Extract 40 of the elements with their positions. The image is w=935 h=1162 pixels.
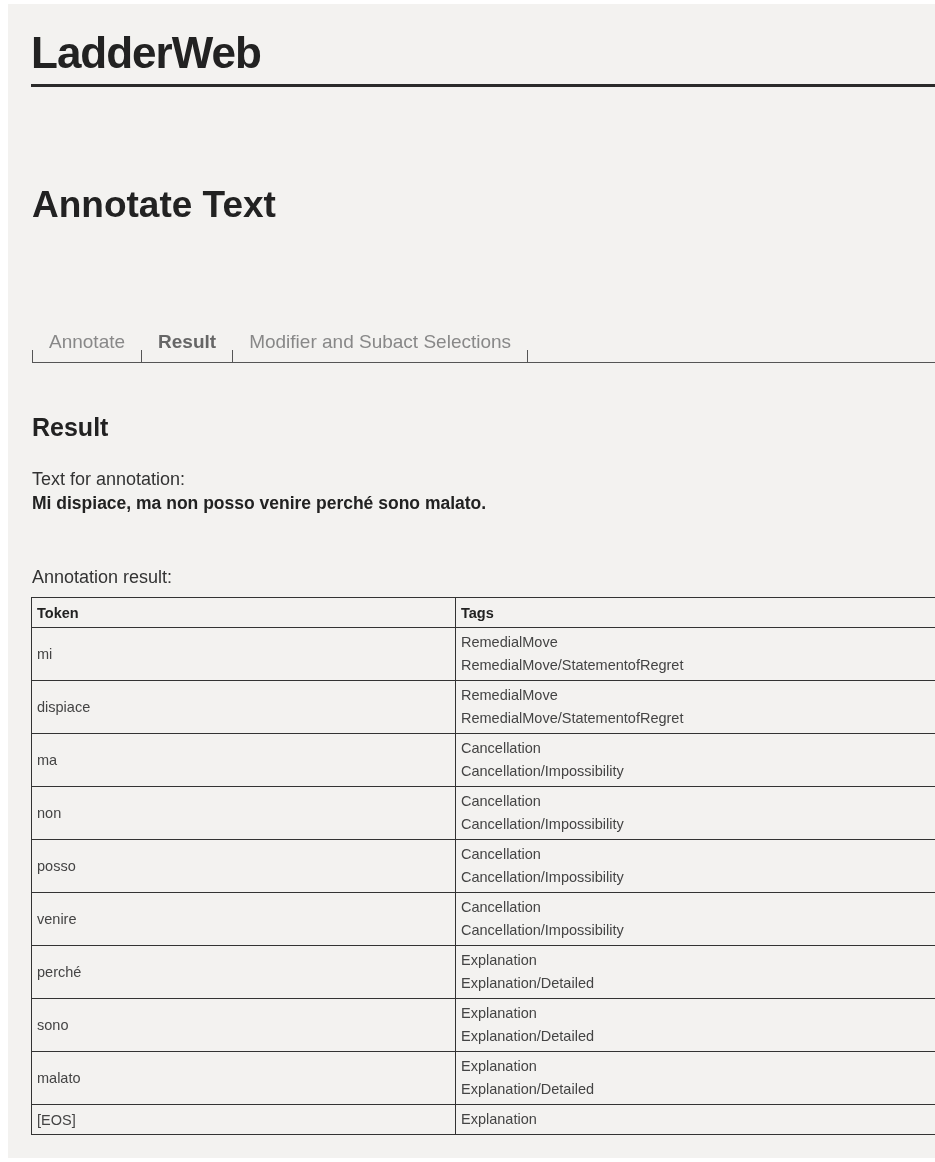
token-cell: sono [31, 998, 456, 1052]
tag-text: Cancellation [461, 898, 542, 917]
tag-text: Cancellation/Impossibility [461, 868, 625, 887]
page-title: Annotate Text [32, 183, 276, 227]
tag-text: RemedialMove/StatementofRegret [461, 656, 685, 675]
token-cell: [EOS] [31, 1104, 456, 1135]
site-logo: LadderWeb [31, 28, 261, 78]
tab[interactable]: Annotate [32, 331, 142, 362]
annotation-text: Mi dispiace, ma non posso venire perché sono malato. [32, 492, 487, 515]
tag-text: Cancellation [461, 739, 542, 758]
token-cell: posso [31, 839, 456, 893]
tab[interactable]: Modifier and Subact Selections [232, 331, 528, 362]
column-header: Token [31, 597, 456, 628]
token-cell: non [31, 786, 456, 840]
token-cell: venire [31, 892, 456, 946]
tag-text: Explanation [461, 1057, 538, 1076]
token-cell: mi [31, 627, 456, 681]
tag-text: Cancellation/Impossibility [461, 815, 625, 834]
result-label: Annotation result: [32, 566, 173, 589]
text-label: Text for annotation: [32, 468, 186, 491]
tag-text: RemedialMove [461, 633, 559, 652]
token-cell: perché [31, 945, 456, 999]
tag-text: Cancellation [461, 792, 542, 811]
token-cell: dispiace [31, 680, 456, 734]
tag-text: Explanation/Detailed [461, 1080, 595, 1099]
tag-text: Explanation/Detailed [461, 974, 595, 993]
column-header: Tags [455, 597, 935, 628]
tag-text: Cancellation/Impossibility [461, 762, 625, 781]
section-heading: Result [32, 412, 109, 443]
tag-text: Explanation [461, 1004, 538, 1023]
token-cell: malato [31, 1051, 456, 1105]
tag-text: Explanation [461, 1110, 538, 1129]
tag-text: Cancellation [461, 845, 542, 864]
tag-text: Cancellation/Impossibility [461, 921, 625, 940]
tag-text: Explanation [461, 951, 538, 970]
tab[interactable]: Result [141, 331, 233, 362]
tag-text: Explanation/Detailed [461, 1027, 595, 1046]
tag-text: RemedialMove/StatementofRegret [461, 709, 685, 728]
token-cell: ma [31, 733, 456, 787]
tag-text: RemedialMove [461, 686, 559, 705]
